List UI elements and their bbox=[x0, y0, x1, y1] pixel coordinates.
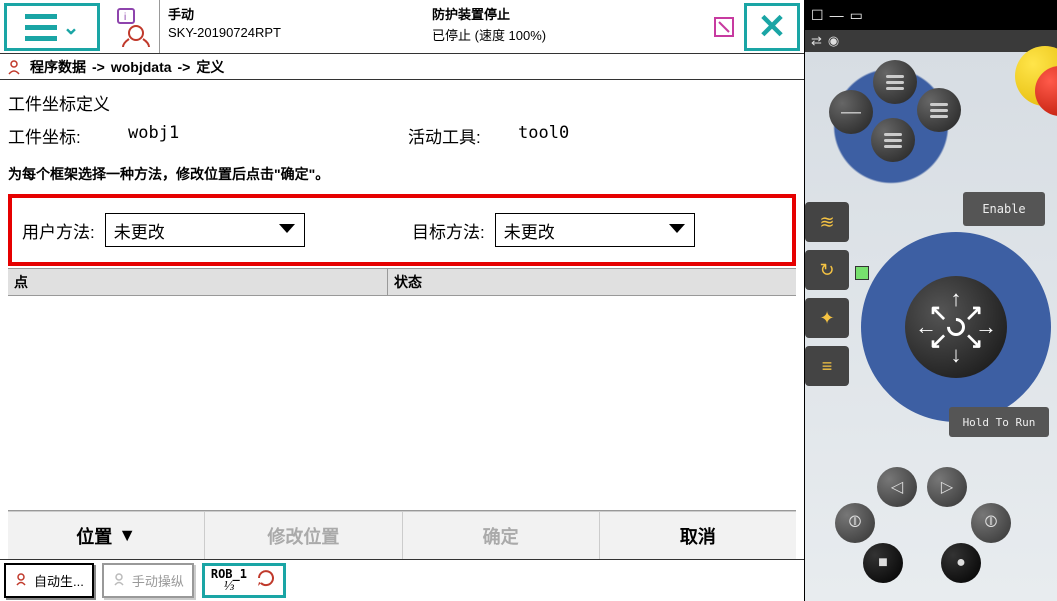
side-mode-strip: ≋ ↻ ✦ ≡ bbox=[805, 202, 851, 386]
guard-label: 防护装置停止 bbox=[432, 4, 696, 23]
maximize-icon[interactable]: ▭ bbox=[850, 7, 863, 24]
target-method-label: 目标方法: bbox=[412, 218, 485, 243]
col-point: 点 bbox=[8, 269, 388, 295]
hamburger-icon bbox=[25, 14, 57, 41]
table-header: 点 状态 bbox=[8, 268, 796, 296]
target-method-value: 未更改 bbox=[504, 218, 555, 243]
operator-help-icon: i bbox=[112, 7, 152, 47]
task-icon bbox=[14, 572, 28, 589]
arrow-nw-icon: ↖ bbox=[929, 300, 947, 326]
arrow-down-icon: ↓ bbox=[951, 342, 962, 368]
cancel-button[interactable]: 取消 bbox=[600, 512, 796, 559]
step-back-button[interactable]: ⦷ bbox=[835, 503, 875, 543]
joystick[interactable]: ↑ ↓ → ← ↗ ↖ ↘ ↙ bbox=[905, 276, 1007, 378]
close-button[interactable]: ✕ bbox=[744, 3, 800, 51]
table-body bbox=[8, 296, 796, 511]
record-button[interactable]: ● bbox=[941, 543, 981, 583]
close-icon: ✕ bbox=[758, 7, 787, 47]
arrow-sw-icon: ↙ bbox=[929, 328, 947, 354]
mode-linear-icon[interactable]: ≋ bbox=[805, 202, 849, 242]
position-button[interactable]: 位置▼ bbox=[8, 512, 205, 559]
window-flag[interactable] bbox=[704, 0, 744, 53]
prog-button-c[interactable] bbox=[871, 118, 915, 162]
task-chip-manual[interactable]: 手动操纵 bbox=[102, 563, 194, 598]
col-state: 状态 bbox=[388, 269, 796, 295]
back-icon[interactable]: ⇄ bbox=[811, 33, 822, 49]
prog-button-d[interactable]: — bbox=[829, 90, 873, 134]
stop-button[interactable]: ■ bbox=[863, 543, 903, 583]
play-forward-button[interactable]: ▷ bbox=[927, 467, 967, 507]
task-icon bbox=[112, 572, 126, 589]
workobject-value: wobj1 bbox=[128, 123, 408, 148]
crumb-3: 定义 bbox=[196, 57, 224, 77]
target-method-select[interactable]: 未更改 bbox=[495, 213, 695, 247]
crumb-1[interactable]: 程序数据 bbox=[30, 57, 86, 77]
chevron-down-icon bbox=[278, 220, 296, 240]
crumb-arrow-2: -> bbox=[178, 59, 191, 75]
prog-button-a[interactable] bbox=[873, 60, 917, 104]
top-bar: ⌄ i 手动 SKY-20190724RPT 防护装置停止 已停止 bbox=[0, 0, 804, 54]
robot-name: ROB_1 bbox=[211, 568, 247, 580]
mode-label: 手动 bbox=[168, 4, 432, 23]
teach-pendant-panel: ☐ — ▭ ⇄ ◉ — ≋ ↻ ✦ ≡ Enable bbox=[805, 0, 1057, 601]
pendant-body: — ≋ ↻ ✦ ≡ Enable ↑ ↓ → ← ↗ ↖ bbox=[805, 52, 1057, 601]
chevron-down-icon bbox=[668, 220, 686, 240]
status-bar: 自动生... 手动操纵 ROB_1 ⅓ bbox=[0, 559, 804, 601]
task-chip-auto[interactable]: 自动生... bbox=[4, 563, 94, 598]
arrow-se-icon: ↘ bbox=[965, 328, 983, 354]
camera-icon[interactable]: ◉ bbox=[828, 33, 839, 49]
user-method-value: 未更改 bbox=[114, 218, 165, 243]
rotation-icon bbox=[255, 567, 277, 594]
play-back-button[interactable]: ◁ bbox=[877, 467, 917, 507]
playback-cluster: ⦷ ◁ ▷ ⦷ ■ ● bbox=[813, 447, 1027, 597]
system-id: SKY-20190724RPT bbox=[168, 25, 432, 40]
tool-value: tool0 bbox=[518, 123, 569, 148]
ok-button[interactable]: 确定 bbox=[403, 512, 600, 559]
mode-reorient-icon[interactable]: ↻ bbox=[805, 250, 849, 290]
mode-axis-icon[interactable]: ✦ bbox=[805, 298, 849, 338]
button-row: 位置▼ 修改位置 确定 取消 bbox=[8, 511, 796, 559]
modify-position-button[interactable]: 修改位置 bbox=[205, 512, 402, 559]
pendant-toolbar: ⇄ ◉ bbox=[805, 30, 1057, 52]
chip-label: 手动操纵 bbox=[132, 571, 184, 590]
user-method-select[interactable]: 未更改 bbox=[105, 213, 305, 247]
window-icon[interactable]: ☐ bbox=[811, 7, 824, 24]
window-toggle-icon bbox=[713, 16, 735, 38]
prog-button-b[interactable] bbox=[917, 88, 961, 132]
program-icon bbox=[4, 57, 24, 77]
joystick-ring: ↑ ↓ → ← ↗ ↖ ↘ ↙ bbox=[861, 232, 1051, 422]
content-area: 工件坐标定义 工件坐标: wobj1 活动工具: tool0 为每个框架选择一种… bbox=[0, 80, 804, 559]
crumb-arrow-1: -> bbox=[92, 59, 105, 75]
robot-status[interactable]: ROB_1 ⅓ bbox=[202, 563, 286, 598]
arrow-ne-icon: ↗ bbox=[965, 300, 983, 326]
breadcrumb: 程序数据 -> wobjdata -> 定义 bbox=[0, 54, 804, 80]
page-title: 工件坐标定义 bbox=[8, 90, 796, 115]
help-button[interactable]: i bbox=[104, 0, 160, 53]
program-button-cluster: — bbox=[825, 60, 957, 192]
arrow-up-icon: ↑ bbox=[951, 286, 962, 312]
system-info: 手动 SKY-20190724RPT 防护装置停止 已停止 (速度 100%) bbox=[160, 0, 704, 53]
chevron-down-icon: ▼ bbox=[118, 525, 136, 546]
workobject-label: 工件坐标: bbox=[8, 123, 128, 148]
step-forward-button[interactable]: ⦷ bbox=[971, 503, 1011, 543]
step-fraction: ⅓ bbox=[224, 580, 235, 594]
instruction-hint: 为每个框架选择一种方法，修改位置后点击"确定"。 bbox=[8, 164, 796, 184]
minimize-icon[interactable]: — bbox=[830, 7, 844, 23]
user-method-label: 用户方法: bbox=[22, 218, 95, 243]
enable-button[interactable]: Enable bbox=[963, 192, 1045, 226]
status-led bbox=[855, 266, 869, 280]
status-line: 已停止 (速度 100%) bbox=[432, 25, 696, 44]
svg-text:i: i bbox=[124, 12, 126, 23]
main-panel: ⌄ i 手动 SKY-20190724RPT 防护装置停止 已停止 bbox=[0, 0, 805, 601]
tool-label: 活动工具: bbox=[408, 123, 518, 148]
chip-label: 自动生... bbox=[34, 571, 84, 590]
hold-to-run-button[interactable]: Hold To Run bbox=[949, 407, 1049, 437]
mode-increment-icon[interactable]: ≡ bbox=[805, 346, 849, 386]
crumb-2[interactable]: wobjdata bbox=[111, 59, 172, 75]
pendant-titlebar: ☐ — ▭ bbox=[805, 0, 1057, 30]
method-frame: 用户方法: 未更改 目标方法: 未更改 bbox=[8, 194, 796, 266]
menu-button[interactable]: ⌄ bbox=[4, 3, 100, 51]
chevron-down-icon: ⌄ bbox=[63, 15, 80, 40]
